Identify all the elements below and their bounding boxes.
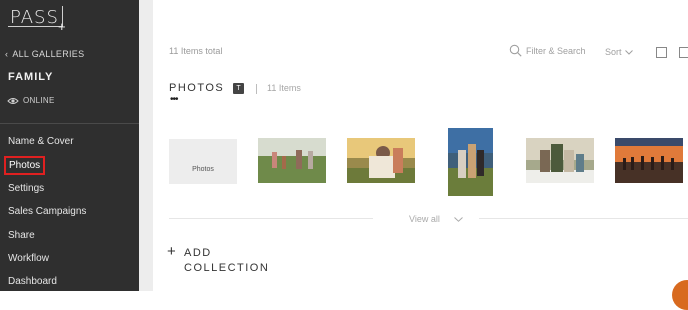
section-title: PHOTOS: [169, 82, 225, 94]
more-options-icon[interactable]: •••: [170, 95, 178, 105]
photo-thumb[interactable]: [615, 138, 683, 183]
photo-thumb[interactable]: [347, 138, 415, 183]
section-count: 11 Items: [267, 83, 301, 93]
divider-right: [479, 218, 688, 219]
text-badge[interactable]: T: [233, 83, 244, 94]
sidebar-item-sales-campaigns[interactable]: Sales Campaigns: [8, 206, 86, 217]
search-icon: [509, 44, 522, 57]
sidebar-item-name-cover[interactable]: Name & Cover: [8, 136, 74, 147]
logo-plus: +: [58, 19, 66, 34]
photo-thumb[interactable]: [258, 138, 326, 183]
select-all-checkbox[interactable]: [656, 47, 667, 58]
header-separator: [256, 84, 257, 94]
all-galleries-label: ALL GALLERIES: [12, 49, 85, 59]
items-total: 11 Items total: [169, 46, 223, 56]
photo-thumb[interactable]: [448, 128, 493, 196]
sidebar: PASS + ‹ ALL GALLERIES FAMILY ONLINE Nam…: [0, 0, 139, 291]
sidebar-item-settings[interactable]: Settings: [8, 183, 44, 194]
sidebar-item-photos[interactable]: Photos: [4, 156, 46, 175]
gallery-name: FAMILY: [8, 71, 54, 83]
help-bubble[interactable]: [672, 280, 688, 310]
sidebar-item-share[interactable]: Share: [8, 230, 35, 241]
search-placeholder: Filter & Search: [526, 45, 586, 56]
chevron-left-icon: ‹: [5, 49, 9, 59]
eye-icon: [7, 97, 19, 104]
filter-search[interactable]: Filter & Search: [509, 44, 586, 57]
all-galleries-link[interactable]: ‹ ALL GALLERIES: [5, 49, 84, 59]
add-collection-label-2[interactable]: COLLECTION: [184, 262, 269, 274]
sort-dropdown[interactable]: Sort: [605, 47, 633, 57]
logo-text: PASS: [10, 7, 59, 28]
sidebar-item-dashboard[interactable]: Dashboard: [8, 276, 57, 287]
photo-thumb[interactable]: [526, 138, 594, 183]
add-icon[interactable]: +: [167, 244, 176, 259]
photos-placeholder-thumb[interactable]: Photos: [169, 139, 237, 184]
status-label: ONLINE: [23, 96, 55, 105]
add-collection-label-1[interactable]: ADD: [184, 247, 212, 259]
sidebar-gutter: [139, 0, 153, 291]
sidebar-item-workflow[interactable]: Workflow: [8, 253, 49, 264]
chevron-down-icon: [624, 49, 633, 55]
gallery-status[interactable]: ONLINE: [7, 96, 55, 105]
grid-view-icon[interactable]: [679, 47, 688, 58]
chevron-down-icon: [454, 216, 463, 222]
divider-left: [169, 218, 373, 219]
placeholder-label: Photos: [192, 166, 214, 173]
sidebar-divider: [0, 123, 139, 124]
sort-label: Sort: [605, 47, 622, 57]
pass-logo[interactable]: PASS +: [8, 6, 66, 34]
view-all-button[interactable]: View all: [409, 214, 463, 224]
view-all-label: View all: [409, 214, 440, 224]
